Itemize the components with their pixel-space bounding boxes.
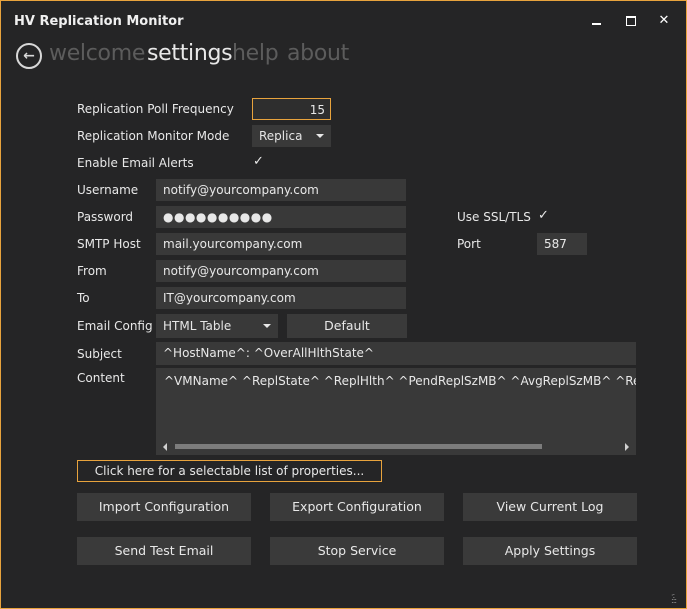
maximize-icon: [626, 16, 636, 26]
apply-settings-button[interactable]: Apply Settings: [463, 537, 637, 565]
subject-label: Subject: [77, 347, 122, 361]
export-configuration-button[interactable]: Export Configuration: [270, 493, 444, 521]
chevron-down-icon: [316, 134, 324, 138]
stop-service-button[interactable]: Stop Service: [270, 537, 444, 565]
email-alerts-checkbox[interactable]: ✓: [253, 154, 264, 169]
username-label: Username: [77, 183, 139, 197]
content-textarea[interactable]: ^VMName^ ^ReplState^ ^ReplHlth^ ^PendRep…: [156, 368, 636, 455]
monitor-mode-value: Replica: [259, 129, 303, 143]
minimize-icon: [591, 23, 601, 25]
smtp-host-label: SMTP Host: [77, 237, 141, 251]
title-bar[interactable]: HV Replication Monitor ✕: [1, 1, 686, 41]
port-field[interactable]: 587: [537, 233, 587, 255]
app-window: HV Replication Monitor ✕ ← welcome setti…: [0, 0, 687, 609]
port-label: Port: [457, 237, 481, 251]
monitor-mode-label: Replication Monitor Mode: [77, 129, 230, 143]
scrollbar-thumb[interactable]: [175, 444, 542, 449]
view-current-log-button[interactable]: View Current Log: [463, 493, 637, 521]
password-label: Password: [77, 210, 134, 224]
import-configuration-button[interactable]: Import Configuration: [77, 493, 251, 521]
back-arrow-icon[interactable]: ←: [16, 43, 42, 69]
content-label: Content: [77, 371, 125, 385]
smtp-host-field[interactable]: mail.yourcompany.com: [156, 233, 406, 255]
ssl-label: Use SSL/TLS: [457, 210, 531, 224]
minimize-button[interactable]: [586, 12, 606, 30]
close-icon: ✕: [658, 13, 670, 28]
scroll-right-icon[interactable]: [625, 443, 629, 451]
subject-field[interactable]: ^HostName^: ^OverAllHlthState^: [156, 342, 636, 365]
send-test-email-button[interactable]: Send Test Email: [77, 537, 251, 565]
default-button[interactable]: Default: [287, 314, 407, 338]
email-alerts-label: Enable Email Alerts: [77, 156, 194, 170]
poll-frequency-input[interactable]: 15: [252, 98, 331, 120]
poll-frequency-label: Replication Poll Frequency: [77, 102, 234, 116]
email-config-value: HTML Table: [163, 319, 232, 333]
tab-about[interactable]: about: [287, 41, 349, 66]
maximize-button[interactable]: [621, 12, 641, 30]
window-title: HV Replication Monitor: [14, 14, 184, 29]
horizontal-scrollbar[interactable]: [156, 439, 636, 455]
tab-help[interactable]: help: [232, 41, 279, 66]
to-field[interactable]: IT@yourcompany.com: [156, 287, 406, 309]
email-config-select[interactable]: HTML Table: [156, 314, 278, 338]
tab-welcome[interactable]: welcome: [49, 41, 145, 66]
to-label: To: [77, 291, 90, 305]
resize-grip-icon[interactable]: ·::::: [671, 592, 681, 605]
ssl-checkbox[interactable]: ✓: [538, 208, 549, 223]
from-label: From: [77, 264, 107, 278]
email-config-label: Email Config: [77, 319, 153, 333]
scroll-left-icon[interactable]: [163, 443, 167, 451]
username-field[interactable]: notify@yourcompany.com: [156, 179, 406, 201]
content-text: ^VMName^ ^ReplState^ ^ReplHlth^ ^PendRep…: [164, 374, 636, 388]
from-field[interactable]: notify@yourcompany.com: [156, 260, 406, 282]
properties-list-link[interactable]: Click here for a selectable list of prop…: [77, 460, 382, 482]
monitor-mode-select[interactable]: Replica: [252, 125, 331, 147]
close-button[interactable]: ✕: [654, 12, 674, 30]
chevron-down-icon: [263, 324, 271, 328]
password-field[interactable]: ●●●●●●●●●●: [156, 206, 406, 228]
tab-settings[interactable]: settings: [147, 41, 233, 66]
